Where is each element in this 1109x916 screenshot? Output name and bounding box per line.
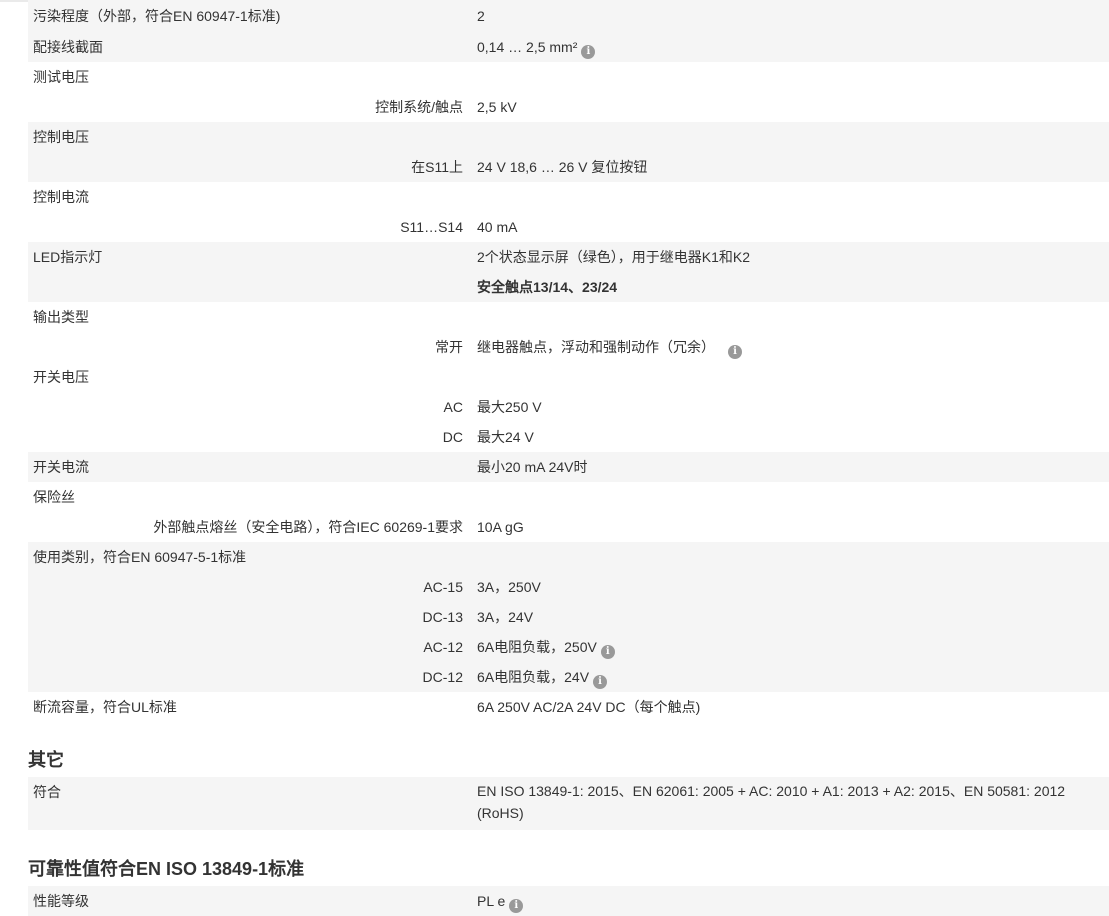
spec-value-text: 0,14 … 2,5 mm² [477,39,578,55]
table-row: 使用类别，符合EN 60947-5-1标准 [28,542,1109,572]
spec-value [469,302,1109,309]
spec-value: 继电器触点，浮动和强制动作（冗余） i [469,332,1109,359]
section-title-other: 其它 [28,750,64,770]
table-row: 配接线截面 0,14 … 2,5 mm² i [28,32,1109,62]
spec-label [28,272,469,279]
spec-value: PL ei [469,886,1109,913]
table-row: 开关电流 最小20 mA 24V时 [28,452,1109,482]
spec-sublabel: 常开 [435,339,463,355]
spec-group-label: 测试电压 [33,69,89,85]
spec-table-reliability: 性能等级 PL ei [28,886,1109,916]
spec-table-other: 符合 EN ISO 13849-1: 2015、EN 62061: 2005 +… [28,777,1109,830]
spec-value: 3A，250V [477,579,541,595]
spec-label: 断流容量，符合UL标准 [33,699,177,715]
table-row: 测试电压 [28,62,1109,92]
spec-sublabel: 在S11上 [411,159,463,175]
spec-value [469,482,1109,489]
table-row: 输出类型 [28,302,1109,332]
spec-value: 最大24 V [477,429,534,445]
spec-value: 10A gG [477,519,524,535]
spec-group-label: 开关电压 [33,369,89,385]
spec-value [469,362,1109,369]
table-row: 控制电压 [28,122,1109,152]
table-row: AC 最大250 V [28,392,1109,422]
spec-value: 6A 250V AC/2A 24V DC（每个触点) [477,699,701,715]
table-row: 控制系统/触点 2,5 kV [28,92,1109,122]
spec-value-text: 6A电阻负载，250V [477,639,597,655]
spec-group-label: 输出类型 [33,309,89,325]
spec-value: 最小20 mA 24V时 [477,459,588,475]
spec-value: EN ISO 13849-1: 2015、EN 62061: 2005 + AC… [477,783,1066,821]
info-icon[interactable]: i [600,645,615,659]
table-row: 常开 继电器触点，浮动和强制动作（冗余） i [28,332,1109,362]
table-row: 控制电流 [28,182,1109,212]
spec-value: 6A电阻负载，250V i [469,632,1109,659]
spec-label: 配接线截面 [33,39,103,55]
spec-sublabel: S11…S14 [400,219,463,235]
spec-sublabel: DC-13 [422,609,463,625]
spec-value-text: 继电器触点，浮动和强制动作（冗余） [477,339,715,355]
info-icon[interactable]: i [593,675,608,689]
spec-label: 开关电流 [33,459,89,475]
spec-value: 3A，24V [477,609,534,625]
spec-value: 0,14 … 2,5 mm² i [469,32,1109,59]
table-row: 在S11上 24 V 18,6 … 26 V 复位按钮 [28,152,1109,182]
table-row: 性能等级 PL ei [28,886,1109,916]
table-row: 保险丝 [28,482,1109,512]
spec-table: 污染程度（外部，符合EN 60947-1标准) 2 配接线截面 0,14 … 2… [28,0,1109,722]
spec-page: 污染程度（外部，符合EN 60947-1标准) 2 配接线截面 0,14 … 2… [28,0,1109,916]
spec-value: 2,5 kV [477,99,517,115]
spec-value: 6A电阻负载，24V i [469,662,1109,689]
spec-group-label: 使用类别，符合EN 60947-5-1标准 [33,549,247,565]
spec-value: 24 V 18,6 … 26 V 复位按钮 [477,159,648,175]
table-row: LED指示灯 2个状态显示屏（绿色），用于继电器K1和K2 [28,242,1109,272]
spec-label: 符合 [33,784,61,800]
spec-label: LED指示灯 [33,249,103,265]
spec-group-label: 保险丝 [33,489,75,505]
spec-sublabel: DC-12 [422,669,463,685]
spec-sublabel: 控制系统/触点 [375,99,463,115]
spec-value-text: 6A电阻负载，24V [477,669,590,685]
info-icon[interactable]: i [581,45,596,59]
table-row: AC-12 6A电阻负载，250V i [28,632,1109,662]
spec-value-heading: 安全触点13/14、23/24 [477,279,618,295]
table-row: 开关电压 [28,362,1109,392]
table-row: 断流容量，符合UL标准 6A 250V AC/2A 24V DC（每个触点) [28,692,1109,722]
table-row: 外部触点熔丝（安全电路），符合IEC 60269-1要求 10A gG [28,512,1109,542]
spec-sublabel: AC-12 [423,639,463,655]
spec-value [469,62,1109,69]
spec-value [469,182,1109,189]
table-row: 污染程度（外部，符合EN 60947-1标准) 2 [28,0,1109,32]
spec-sublabel: DC [442,429,463,445]
table-row: DC-12 6A电阻负载，24V i [28,662,1109,692]
info-icon[interactable]: i [728,345,742,359]
table-row: 符合 EN ISO 13849-1: 2015、EN 62061: 2005 +… [28,777,1109,830]
spec-value: 最大250 V [477,399,542,415]
spec-sublabel: AC-15 [423,579,463,595]
spec-value [469,542,1109,549]
table-row: DC 最大24 V [28,422,1109,452]
table-row: 安全触点13/14、23/24 [28,272,1109,302]
spec-sublabel: 外部触点熔丝（安全电路），符合IEC 60269-1要求 [153,519,463,535]
spec-label: 污染程度（外部，符合EN 60947-1标准) [33,8,281,24]
table-row: S11…S14 40 mA [28,212,1109,242]
spec-value: 2 [477,8,485,24]
table-row: DC-13 3A，24V [28,602,1109,632]
table-row: AC-15 3A，250V [28,572,1109,602]
spec-group-label: 控制电压 [33,129,89,145]
spec-group-label: 控制电流 [33,189,89,205]
spec-value: 40 mA [477,219,518,235]
spec-value: 2个状态显示屏（绿色），用于继电器K1和K2 [477,249,751,265]
info-icon[interactable]: i [509,899,524,913]
spec-value [469,122,1109,129]
spec-sublabel: AC [443,399,463,415]
spec-label: 性能等级 [33,893,89,909]
spec-value-text: PL e [477,893,506,909]
section-title-reliability: 可靠性值符合EN ISO 13849-1标准 [28,859,305,879]
